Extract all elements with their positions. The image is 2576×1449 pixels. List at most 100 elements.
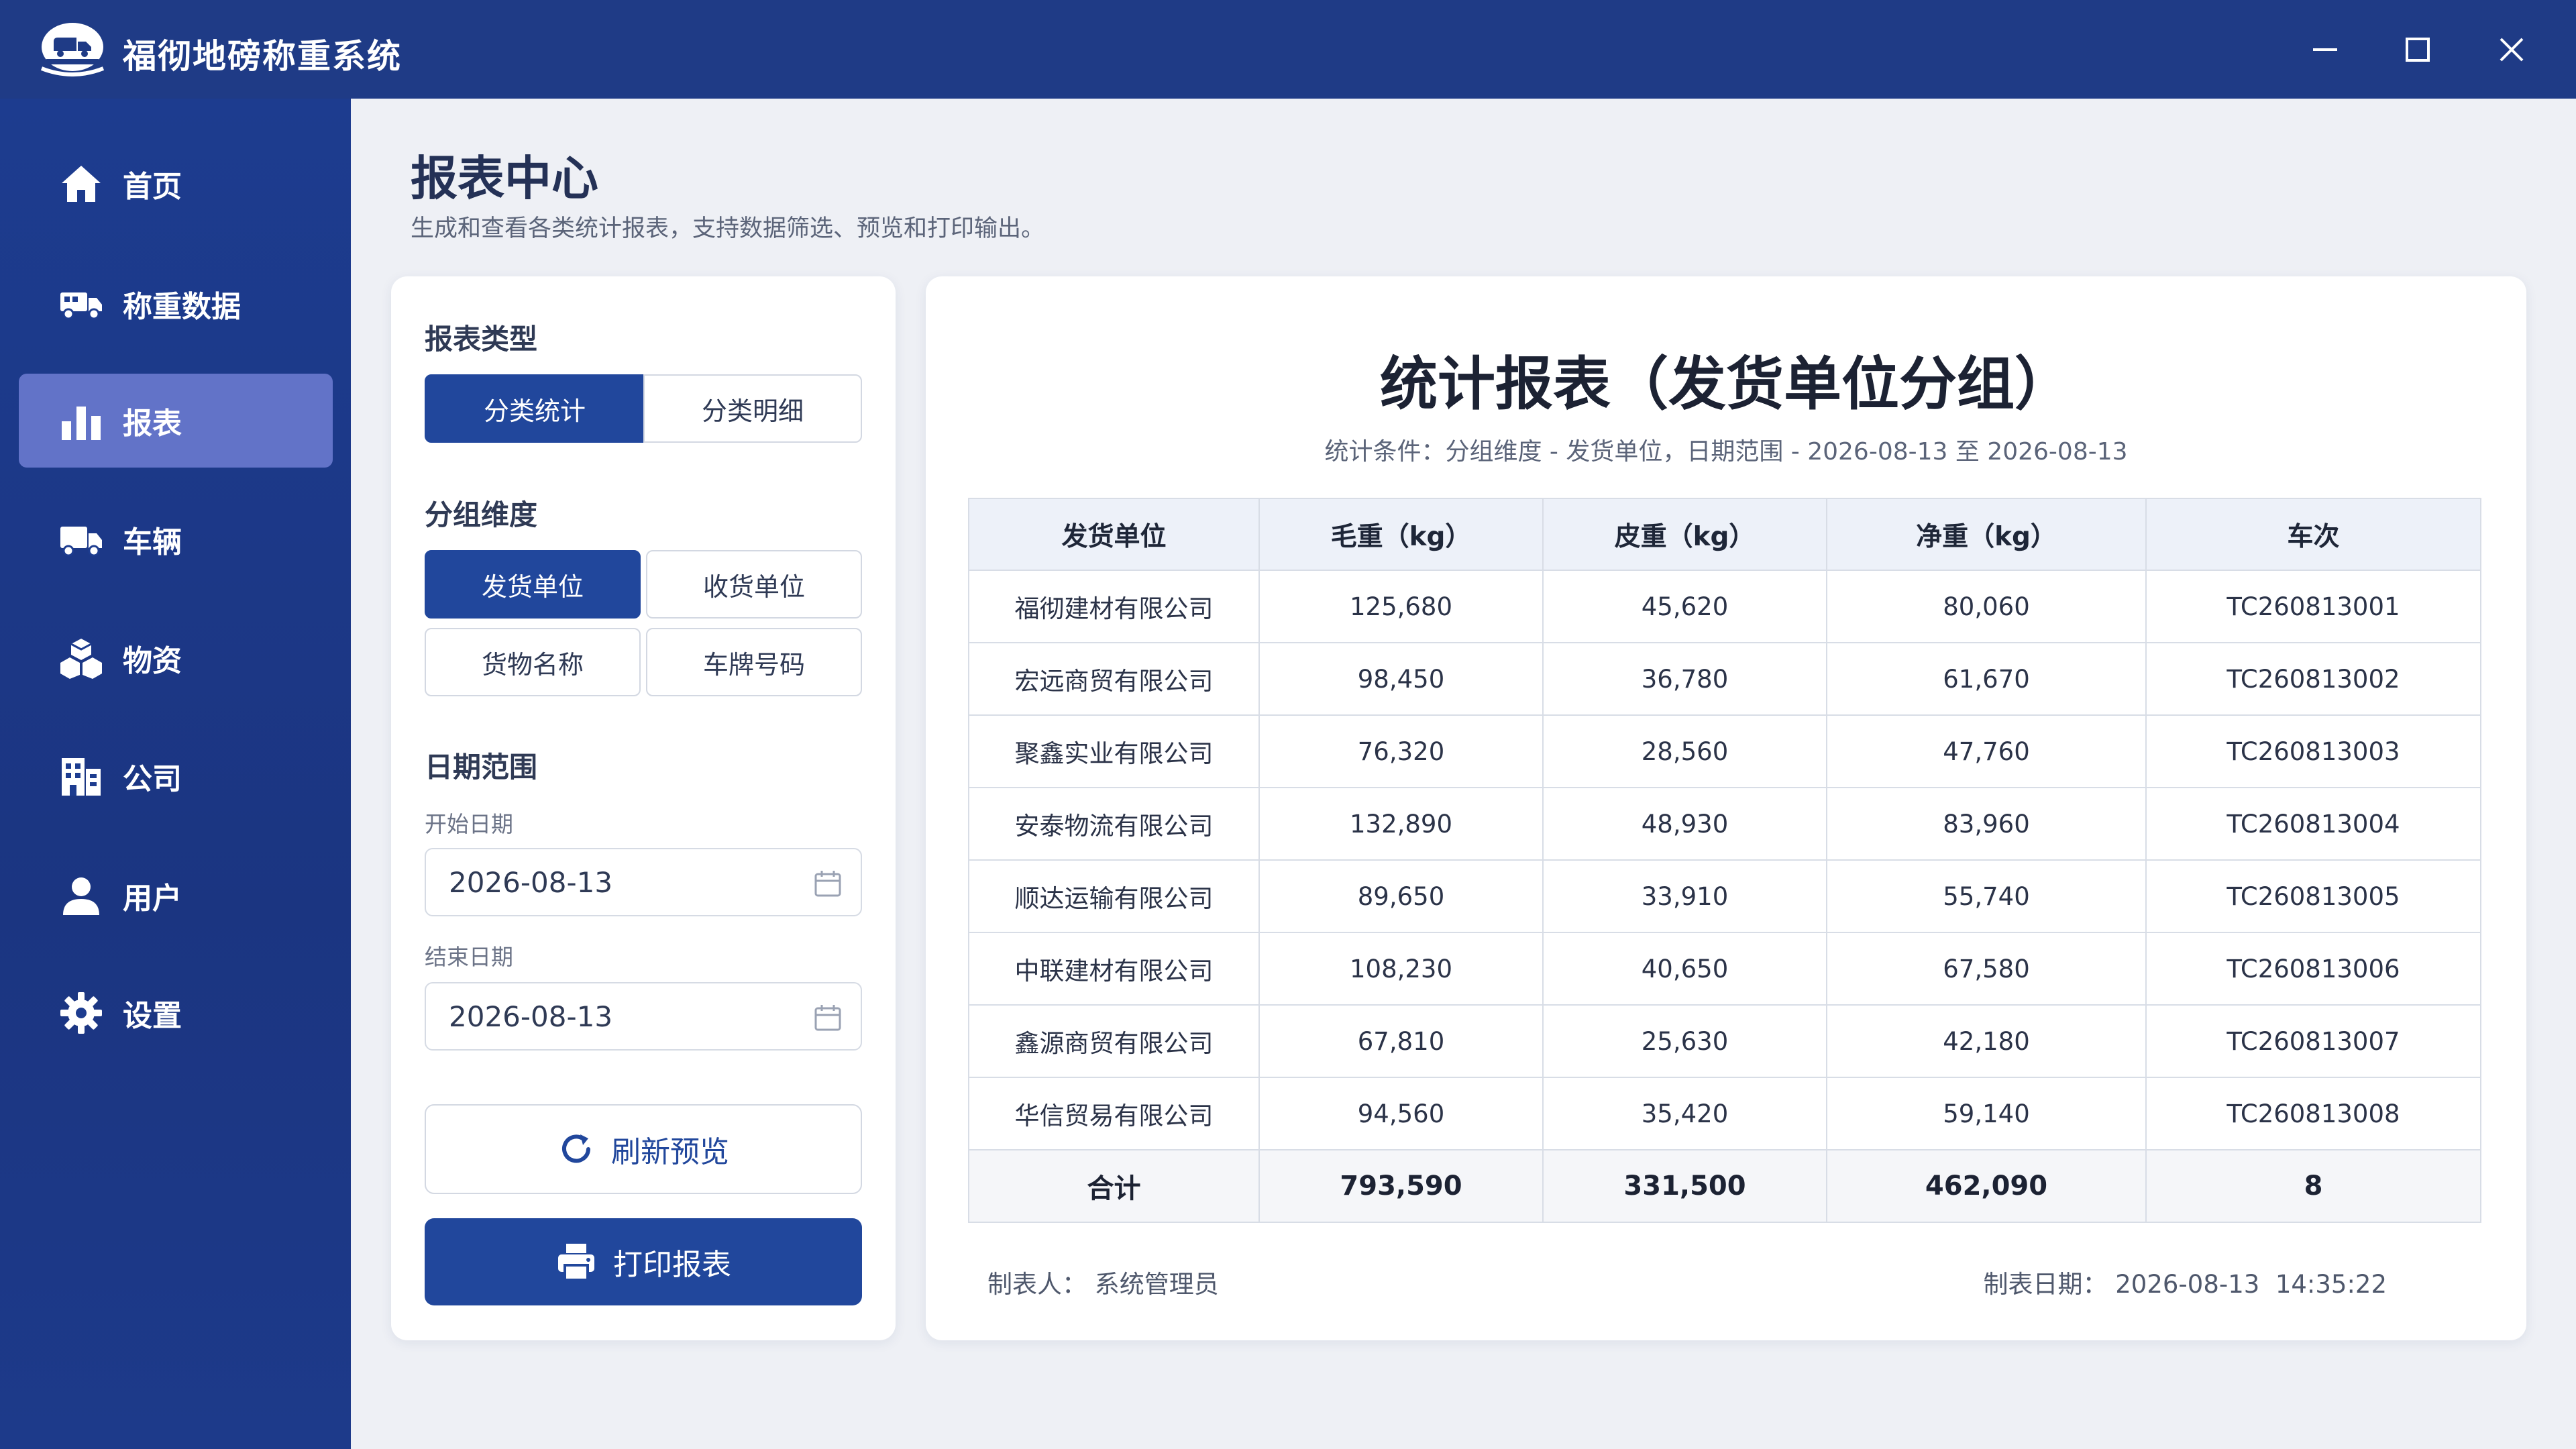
table-cell: 42,180 (1826, 1004, 2147, 1078)
start-date-input[interactable]: 2026-08-13 (425, 848, 862, 916)
table-row: 中联建材有限公司 108,230 40,650 67,580 TC2608130… (968, 932, 2481, 1006)
table-cell: 76,320 (1258, 714, 1544, 788)
truck-icon (58, 516, 105, 563)
table-cell: TC260813006 (2145, 932, 2481, 1006)
group-dimension-title: 分组维度 (425, 498, 538, 531)
truck-scale-logo-icon (40, 23, 105, 76)
minimize-button[interactable] (2302, 27, 2348, 72)
minimize-icon (2313, 48, 2337, 51)
table-cell: 89,650 (1258, 859, 1544, 933)
table-cell: 47,760 (1826, 714, 2147, 788)
sidebar-item-home[interactable]: 首页 (19, 137, 333, 231)
title-bar: 福彻地磅称重系统 (0, 0, 2576, 99)
building-icon (58, 753, 105, 800)
table-row: 华信贸易有限公司 94,560 35,420 59,140 TC26081300… (968, 1077, 2481, 1150)
refresh-preview-button[interactable]: 刷新预览 (425, 1104, 862, 1194)
table-cell: TC260813002 (2145, 642, 2481, 716)
app-title: 福彻地磅称重系统 (123, 37, 402, 76)
table-row: 福彻建材有限公司 125,680 45,620 80,060 TC2608130… (968, 570, 2481, 643)
page-subtitle: 生成和查看各类统计报表，支持数据筛选、预览和打印输出。 (411, 215, 1045, 242)
table-cell: 83,960 (1826, 787, 2147, 861)
table-cell: 33,910 (1542, 859, 1827, 933)
sidebar-item-label: 设置 (123, 999, 182, 1033)
refresh-icon (562, 1134, 590, 1163)
group-option-goods[interactable]: 货物名称 (425, 628, 641, 696)
table-cell: TC260813005 (2145, 859, 2481, 933)
user-icon (58, 872, 105, 919)
sidebar-item-settings[interactable]: 设置 (19, 966, 333, 1060)
report-maker: 制表人： 系统管理员 (987, 1264, 1219, 1300)
truck-weigh-icon (58, 280, 105, 327)
total-cell: 462,090 (1826, 1149, 2147, 1223)
calendar-icon (814, 1005, 841, 1031)
close-button[interactable] (2489, 27, 2534, 72)
table-row: 聚鑫实业有限公司 76,320 28,560 47,760 TC26081300… (968, 714, 2481, 788)
report-date: 制表日期： 2026-08-13 14:35:22 (1984, 1264, 2387, 1300)
table-row: 鑫源商贸有限公司 67,810 25,630 42,180 TC26081300… (968, 1004, 2481, 1078)
table-cell: 61,670 (1826, 642, 2147, 716)
table-cell: TC260813001 (2145, 570, 2481, 643)
table-cell: TC260813007 (2145, 1004, 2481, 1078)
table-total-row: 合计 793,590 331,500 462,090 8 (968, 1149, 2481, 1223)
calendar-icon (814, 871, 841, 897)
maximize-button[interactable] (2395, 27, 2440, 72)
table-cell: 40,650 (1542, 932, 1827, 1006)
group-option-plate[interactable]: 车牌号码 (646, 628, 862, 696)
report-type-option-summary[interactable]: 分类统计 (425, 374, 645, 443)
report-table: 发货单位 毛重（kg） 皮重（kg） 净重（kg） 车次 福彻建材有限公司 12… (968, 498, 2481, 1223)
table-cell: 聚鑫实业有限公司 (968, 714, 1260, 788)
sidebar-item-label: 用户 (123, 881, 182, 916)
group-option-sender[interactable]: 发货单位 (425, 550, 641, 619)
table-cell: 福彻建材有限公司 (968, 570, 1260, 643)
table-cell: 安泰物流有限公司 (968, 787, 1260, 861)
table-cell: TC260813004 (2145, 787, 2481, 861)
refresh-preview-label: 刷新预览 (611, 1135, 729, 1169)
maximize-icon (2406, 38, 2430, 62)
report-type-option-detail[interactable]: 分类明细 (643, 374, 862, 443)
sidebar-item-materials[interactable]: 物资 (19, 611, 333, 705)
column-header: 毛重（kg） (1258, 498, 1544, 571)
filter-panel: 报表类型 分类统计 分类明细 分组维度 发货单位 收货单位 货物名称 车牌号码 … (391, 276, 896, 1340)
sidebar-item-weighing[interactable]: 称重数据 (19, 257, 333, 351)
sidebar-item-label: 称重数据 (123, 290, 241, 324)
report-date-value: 2026-08-13 14:35:22 (2115, 1270, 2387, 1299)
table-cell: 67,580 (1826, 932, 2147, 1006)
report-type-title: 报表类型 (425, 323, 538, 356)
table-cell: 132,890 (1258, 787, 1544, 861)
sidebar-item-users[interactable]: 用户 (19, 849, 333, 943)
sidebar-item-label: 物资 (123, 644, 182, 678)
table-cell: 28,560 (1542, 714, 1827, 788)
table-cell: 94,560 (1258, 1077, 1544, 1150)
sidebar-item-label: 车辆 (123, 525, 182, 559)
report-preview-panel: 统计报表（发货单位分组） 统计条件：分组维度 - 发货单位，日期范围 - 202… (926, 276, 2526, 1340)
sidebar-item-reports[interactable]: 报表 (19, 374, 333, 468)
print-report-button[interactable]: 打印报表 (425, 1218, 862, 1305)
home-icon (58, 160, 105, 207)
report-maker-value: 系统管理员 (1094, 1270, 1219, 1299)
total-cell: 合计 (968, 1149, 1260, 1223)
table-cell: 中联建材有限公司 (968, 932, 1260, 1006)
end-date-label: 结束日期 (425, 944, 513, 970)
sidebar-item-vehicles[interactable]: 车辆 (19, 492, 333, 586)
column-header: 净重（kg） (1826, 498, 2147, 571)
bar-chart-icon (58, 397, 105, 444)
start-date-label: 开始日期 (425, 811, 513, 837)
table-cell: 35,420 (1542, 1077, 1827, 1150)
close-icon (2500, 38, 2524, 62)
table-cell: 25,630 (1542, 1004, 1827, 1078)
sidebar-item-label: 公司 (123, 762, 182, 796)
group-option-receiver[interactable]: 收货单位 (646, 550, 862, 619)
table-cell: 59,140 (1826, 1077, 2147, 1150)
table-cell: 华信贸易有限公司 (968, 1077, 1260, 1150)
table-cell: TC260813003 (2145, 714, 2481, 788)
table-cell: 48,930 (1542, 787, 1827, 861)
table-cell: 108,230 (1258, 932, 1544, 1006)
table-cell: 鑫源商贸有限公司 (968, 1004, 1260, 1078)
table-cell: 67,810 (1258, 1004, 1544, 1078)
total-cell: 8 (2145, 1149, 2481, 1223)
end-date-input[interactable]: 2026-08-13 (425, 982, 862, 1051)
table-cell: 80,060 (1826, 570, 2147, 643)
sidebar-item-companies[interactable]: 公司 (19, 729, 333, 823)
table-cell: 125,680 (1258, 570, 1544, 643)
total-cell: 793,590 (1258, 1149, 1544, 1223)
